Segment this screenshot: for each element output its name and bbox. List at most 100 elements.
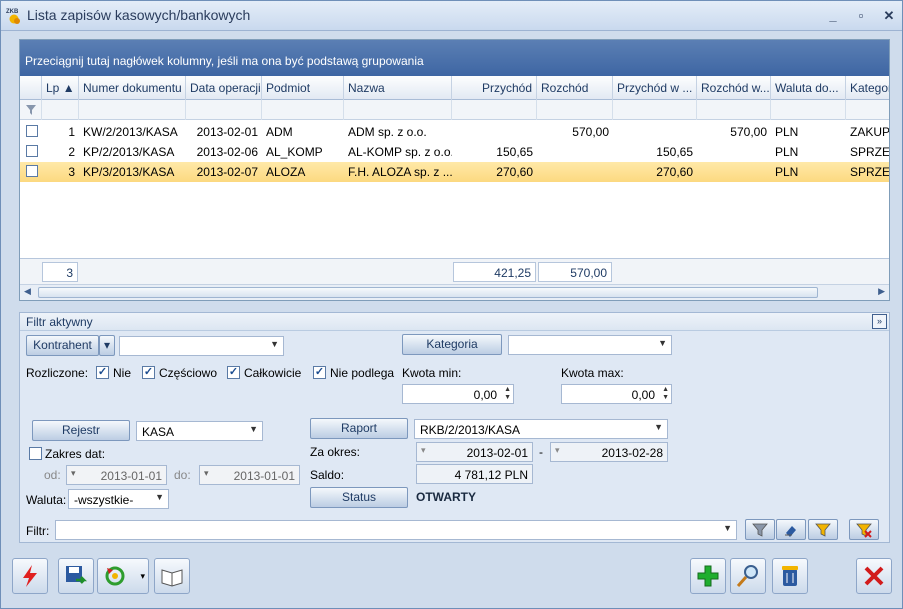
kontrahent-dropdown-icon[interactable]: ▾ xyxy=(99,335,115,356)
filter-cell[interactable] xyxy=(613,100,697,120)
edit-button[interactable] xyxy=(730,558,766,594)
header-kategoria[interactable]: Kategor xyxy=(846,76,889,100)
za-okres-label: Za okres: xyxy=(310,445,361,459)
kwota-max-input[interactable]: 0,00 ▲ ▼ xyxy=(561,384,672,404)
book-button[interactable] xyxy=(154,558,190,594)
kategoria-combo[interactable]: ▼ xyxy=(508,335,672,355)
filtr-input[interactable]: ▼ xyxy=(55,520,737,540)
title-bar: ZKB Lista zapisów kasowych/bankowych _ ▫… xyxy=(1,1,902,31)
cell-przychod: 150,65 xyxy=(496,145,533,159)
rejestr-combo[interactable]: KASA ▼ xyxy=(136,421,263,441)
cell-przychod-w xyxy=(613,122,697,142)
minimize-icon[interactable]: _ xyxy=(823,8,843,24)
zakres-dat-checkbox[interactable] xyxy=(29,447,42,460)
header-przychod[interactable]: Przychód xyxy=(452,76,537,100)
flash-button[interactable] xyxy=(12,558,48,594)
cell-rozchod-w: 570,00 xyxy=(730,125,767,139)
czesciowo-checkbox[interactable]: ✓ xyxy=(142,366,155,379)
scrollbar-thumb[interactable] xyxy=(38,287,818,298)
svg-text:ZKB: ZKB xyxy=(6,9,19,15)
filter-add-icon[interactable] xyxy=(808,519,838,540)
row-checkbox[interactable] xyxy=(26,165,38,177)
delete-button[interactable] xyxy=(772,558,808,594)
chevron-down-icon[interactable]: ▾ xyxy=(140,571,145,582)
czesciowo-label: Częściowo xyxy=(159,366,218,380)
calkowicie-checkbox[interactable]: ✓ xyxy=(227,366,240,379)
scroll-left-icon[interactable]: ◀ xyxy=(24,286,31,297)
cell-kategoria: SPRZED xyxy=(850,165,890,179)
trash-icon xyxy=(782,566,798,586)
rozliczone-label: Rozliczone: xyxy=(26,366,89,380)
filter-remove-icon[interactable] xyxy=(849,519,879,540)
cell-przychod: 270,60 xyxy=(496,165,533,179)
header-rozchod[interactable]: Rozchód xyxy=(537,76,613,100)
collapse-icon[interactable]: » xyxy=(872,314,887,329)
grid-filter-row xyxy=(20,100,889,120)
raport-combo[interactable]: RKB/2/2013/KASA ▼ xyxy=(414,419,668,439)
do-date-input[interactable]: ▾ 2013-01-01 xyxy=(199,465,300,485)
od-date-input[interactable]: ▾ 2013-01-01 xyxy=(66,465,167,485)
filter-cell[interactable] xyxy=(697,100,771,120)
calkowicie-label: Całkowicie xyxy=(244,366,302,380)
header-nazwa[interactable]: Nazwa xyxy=(344,76,452,100)
filter-row-icon[interactable] xyxy=(20,100,42,120)
operations-button[interactable]: ▾ xyxy=(97,558,149,594)
row-checkbox[interactable] xyxy=(26,125,38,137)
filter-clear-icon[interactable] xyxy=(776,519,806,540)
horizontal-scrollbar[interactable]: ◀ ▶ xyxy=(20,284,889,300)
filter-cell[interactable] xyxy=(79,100,186,120)
grid-header: Lp ▲ Numer dokumentu Data operacji Podmi… xyxy=(20,76,889,100)
filter-cell[interactable] xyxy=(42,100,79,120)
header-numer[interactable]: Numer dokumentu xyxy=(79,76,186,100)
cell-lp: 1 xyxy=(68,125,75,139)
cell-przychod-w: 270,60 xyxy=(656,165,693,179)
header-podmiot[interactable]: Podmiot xyxy=(262,76,344,100)
filter-title-label: Filtr aktywny xyxy=(26,315,93,329)
table-row[interactable]: 2 KP/2/2013/KASA 2013-02-06 AL_KOMP AL-K… xyxy=(20,142,889,162)
apply-filter-icon[interactable] xyxy=(745,519,775,540)
grid-footer: 3 421,25 570,00 xyxy=(20,258,889,284)
header-lp[interactable]: Lp ▲ xyxy=(42,76,79,100)
cell-numer: KP/3/2013/KASA xyxy=(83,165,175,179)
okres-do-input[interactable]: ▾ 2013-02-28 xyxy=(550,442,668,462)
header-data[interactable]: Data operacji xyxy=(186,76,262,100)
close-icon[interactable]: ✕ xyxy=(879,8,899,24)
kategoria-button[interactable]: Kategoria xyxy=(402,334,502,355)
row-checkbox[interactable] xyxy=(26,145,38,157)
records-grid: Przeciągnij tutaj nagłówek kolumny, jeśl… xyxy=(19,39,890,301)
header-waluta[interactable]: Waluta do... xyxy=(771,76,846,100)
export-button[interactable] xyxy=(58,558,94,594)
okres-od-input[interactable]: ▾ 2013-02-01 xyxy=(416,442,533,462)
cell-lp: 2 xyxy=(68,145,75,159)
filter-cell[interactable] xyxy=(262,100,344,120)
status-button[interactable]: Status xyxy=(310,487,408,508)
scroll-right-icon[interactable]: ▶ xyxy=(878,286,885,297)
cell-podmiot: AL_KOMP xyxy=(266,145,323,159)
filter-cell[interactable] xyxy=(452,100,537,120)
cell-waluta: PLN xyxy=(775,145,799,159)
nie-checkbox[interactable]: ✓ xyxy=(96,366,109,379)
kontrahent-button[interactable]: Kontrahent xyxy=(26,335,99,356)
waluta-combo[interactable]: -wszystkie- ▼ xyxy=(68,489,169,509)
kwota-min-input[interactable]: 0,00 ▲ ▼ xyxy=(402,384,514,404)
filter-cell[interactable] xyxy=(344,100,452,120)
header-rozchod-w[interactable]: Rozchód w... xyxy=(697,76,771,100)
cell-rozchod: 570,00 xyxy=(572,125,609,139)
header-przychod-w[interactable]: Przychód w ... xyxy=(613,76,697,100)
rejestr-button[interactable]: Rejestr xyxy=(32,420,130,441)
nie-podlega-checkbox[interactable]: ✓ xyxy=(313,366,326,379)
table-row-selected[interactable]: 3 KP/3/2013/KASA 2013-02-07 ALOZA F.H. A… xyxy=(20,162,889,182)
window-title: Lista zapisów kasowych/bankowych xyxy=(27,7,251,23)
kontrahent-combo[interactable]: ▼ xyxy=(119,336,284,356)
group-by-panel[interactable]: Przeciągnij tutaj nagłówek kolumny, jeśl… xyxy=(20,40,889,76)
raport-button[interactable]: Raport xyxy=(310,418,408,439)
filter-cell[interactable] xyxy=(186,100,262,120)
filter-cell[interactable] xyxy=(771,100,846,120)
maximize-icon[interactable]: ▫ xyxy=(851,8,871,24)
cell-data: 2013-02-06 xyxy=(196,145,258,159)
add-button[interactable] xyxy=(690,558,726,594)
filter-cell[interactable] xyxy=(537,100,613,120)
close-button[interactable] xyxy=(856,558,892,594)
cell-podmiot: ALOZA xyxy=(266,165,306,179)
table-row[interactable]: 1 KW/2/2013/KASA 2013-02-01 ADM ADM sp. … xyxy=(20,122,889,142)
